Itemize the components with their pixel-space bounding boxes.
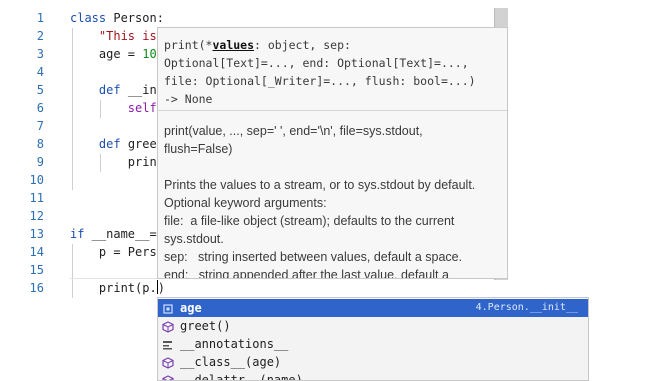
code-text: def gree <box>70 135 157 153</box>
method-icon <box>162 320 174 333</box>
line-number: 10 <box>29 173 44 187</box>
code-token: print(p. <box>70 281 157 295</box>
line-number: 7 <box>36 119 44 133</box>
code-token: Person: <box>106 11 164 25</box>
sig-prefix: print(* <box>164 38 213 52</box>
line-number: 4 <box>36 65 44 79</box>
sig-line: Optional[Text]=..., end: Optional[Text]=… <box>164 56 469 70</box>
doc-description: file: a file-like object (stream); defau… <box>164 214 455 228</box>
active-parameter: values <box>212 38 255 52</box>
line-number: 8 <box>36 137 44 151</box>
code-token: __in <box>120 83 157 97</box>
line-number: 5 <box>36 83 44 97</box>
code-text: prin <box>70 153 157 171</box>
line-number: 2 <box>36 29 44 43</box>
method-icon <box>162 356 174 369</box>
field-icon <box>162 338 174 350</box>
code-line[interactable]: 16 print(p.) <box>0 279 666 297</box>
code-text: if __name__= <box>70 225 157 243</box>
line-number: 3 <box>36 47 44 61</box>
doc-description: sys.stdout. <box>164 232 224 246</box>
field-icon <box>162 302 174 314</box>
doc-description: end: string appended after the last valu… <box>164 268 449 279</box>
code-token: def <box>98 83 121 97</box>
code-text: class Person: <box>70 9 164 27</box>
completion-label: __delattr__(name) <box>180 373 303 381</box>
doc-description: Prints the values to a stream, or to sys… <box>164 178 476 192</box>
code-line[interactable]: 1 class Person: <box>0 9 666 27</box>
code-token: gree <box>120 137 157 151</box>
line-number: 1 <box>36 11 44 25</box>
documentation-tooltip: print(*values: object, sep: Optional[Tex… <box>157 27 508 279</box>
completion-label: greet() <box>180 319 231 333</box>
code-text: p = Pers <box>70 243 157 261</box>
line-number: 12 <box>29 209 44 223</box>
doc-description: sep: string inserted between values, def… <box>164 250 463 264</box>
completion-item-annotations[interactable]: __annotations__ <box>158 335 588 353</box>
line-number: 11 <box>29 191 44 205</box>
line-number: 15 <box>29 263 44 277</box>
doc-body: print(value, ..., sep=' ', end='\n', fil… <box>164 122 494 279</box>
completion-item-greet[interactable]: greet() <box>158 317 588 335</box>
code-token: "This is <box>98 29 157 43</box>
usage-line: flush=False) <box>164 142 233 156</box>
method-icon <box>162 374 174 380</box>
line-number: 16 <box>29 281 44 295</box>
code-token: age = <box>70 47 143 61</box>
line-number: 9 <box>36 155 44 169</box>
line-number: 14 <box>29 245 44 259</box>
code-text: "This is <box>70 27 157 45</box>
code-token: def <box>98 137 121 151</box>
sig-return: -> None <box>164 92 213 106</box>
code-token: class <box>70 11 107 25</box>
divider <box>158 110 507 111</box>
code-text: age = 10 <box>70 45 157 63</box>
completion-detail: 4.Person.__init__ <box>475 302 578 313</box>
code-token: self <box>127 101 157 115</box>
code-token: prin <box>70 155 157 169</box>
code-text: def __in <box>70 81 157 99</box>
doc-description: Optional keyword arguments: <box>164 196 327 210</box>
sig-line: file: Optional[_Writer]=..., flush: bool… <box>164 74 476 88</box>
line-number: 13 <box>29 227 44 241</box>
completion-item-delattr-name[interactable]: __delattr__(name) <box>158 371 588 381</box>
usage-line: print(value, ..., sep=' ', end='\n', fil… <box>164 124 423 138</box>
sig-rest: : object, sep: <box>254 38 351 52</box>
closing-paren: ) <box>157 281 165 295</box>
function-signature: print(*values: object, sep: Optional[Tex… <box>164 36 494 108</box>
code-text: print(p.) <box>70 279 165 297</box>
code-token: p = Pers <box>70 245 157 259</box>
code-text: self <box>70 99 157 117</box>
completion-popup[interactable]: age 4.Person.__init__ greet() __annotations… <box>157 297 589 381</box>
completion-item-class-age[interactable]: __class__(age) <box>158 353 588 371</box>
code-token: __name__= <box>84 227 157 241</box>
code-token: 10 <box>142 47 157 61</box>
code-token: if <box>70 227 85 241</box>
completion-item-age[interactable]: age 4.Person.__init__ <box>158 299 588 317</box>
completion-label: __class__(age) <box>180 355 282 369</box>
completion-label: age <box>180 301 202 315</box>
completion-label: __annotations__ <box>180 337 289 351</box>
line-number: 6 <box>36 101 44 115</box>
